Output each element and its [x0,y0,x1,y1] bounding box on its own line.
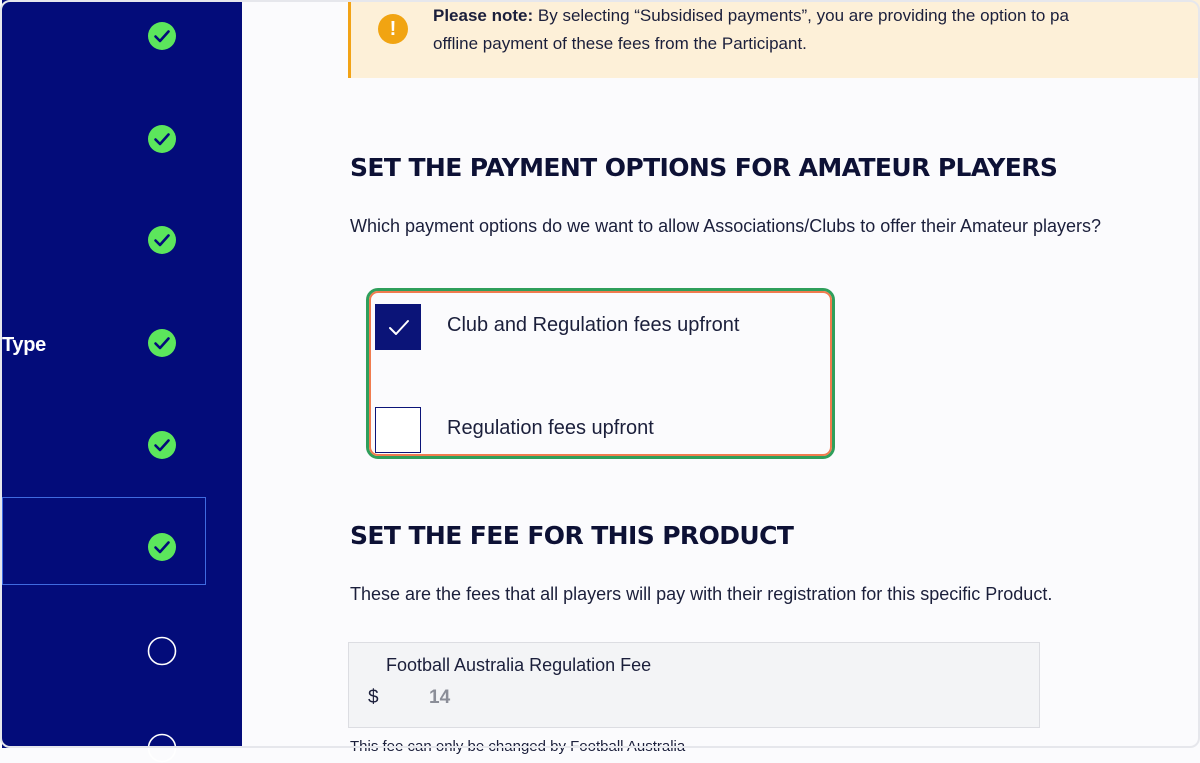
currency-symbol: $ [368,687,379,708]
check-circle-icon [147,21,177,51]
check-circle-icon [147,225,177,255]
notice-line-1: By selecting “Subsidised payments”, you … [533,6,1069,25]
fee-description: These are the fees that all players will… [350,584,1053,604]
exclamation-icon: ! [378,14,408,44]
regulation-fee-field: Football Australia Regulation Fee $ 14 [348,642,1040,728]
notice-text: Please note: By selecting “Subsidised pa… [433,2,1200,58]
fee-heading: SET THE FEE FOR THIS PRODUCT [350,521,794,550]
option-label[interactable]: Regulation fees upfront [447,417,654,440]
check-circle-icon [147,532,177,562]
notice-line-2: offline payment of these fees from the P… [433,34,807,53]
sidebar-step-label[interactable]: Type [2,334,46,357]
check-circle-icon [147,124,177,154]
fee-field-label: Football Australia Regulation Fee [386,655,652,675]
empty-circle-icon [147,636,177,666]
notice-banner: ! Please note: By selecting “Subsidised … [348,0,1200,78]
payment-options-group: Club and Regulation fees upfront Regulat… [366,288,835,459]
payment-options-description: Which payment options do we want to allo… [350,216,1102,236]
notice-bold-prefix: Please note: [433,6,534,25]
check-circle-icon [147,328,177,358]
option-label[interactable]: Club and Regulation fees upfront [447,314,739,337]
checkbox-unchecked[interactable] [375,407,421,453]
sidebar: Type [2,0,242,763]
checkbox-checked[interactable] [375,304,421,350]
payment-options-heading: SET THE PAYMENT OPTIONS FOR AMATEUR PLAY… [350,153,1058,182]
check-circle-icon [147,430,177,460]
main-content: ! Please note: By selecting “Subsidised … [242,0,1200,755]
empty-circle-icon [147,733,177,763]
option-club-and-regulation[interactable]: Club and Regulation fees upfront [375,304,815,350]
fee-value: 14 [429,687,451,708]
checkmark-icon [389,320,409,335]
option-regulation-only[interactable]: Regulation fees upfront [375,407,815,453]
fee-note: This fee can only be changed by Football… [350,738,686,755]
